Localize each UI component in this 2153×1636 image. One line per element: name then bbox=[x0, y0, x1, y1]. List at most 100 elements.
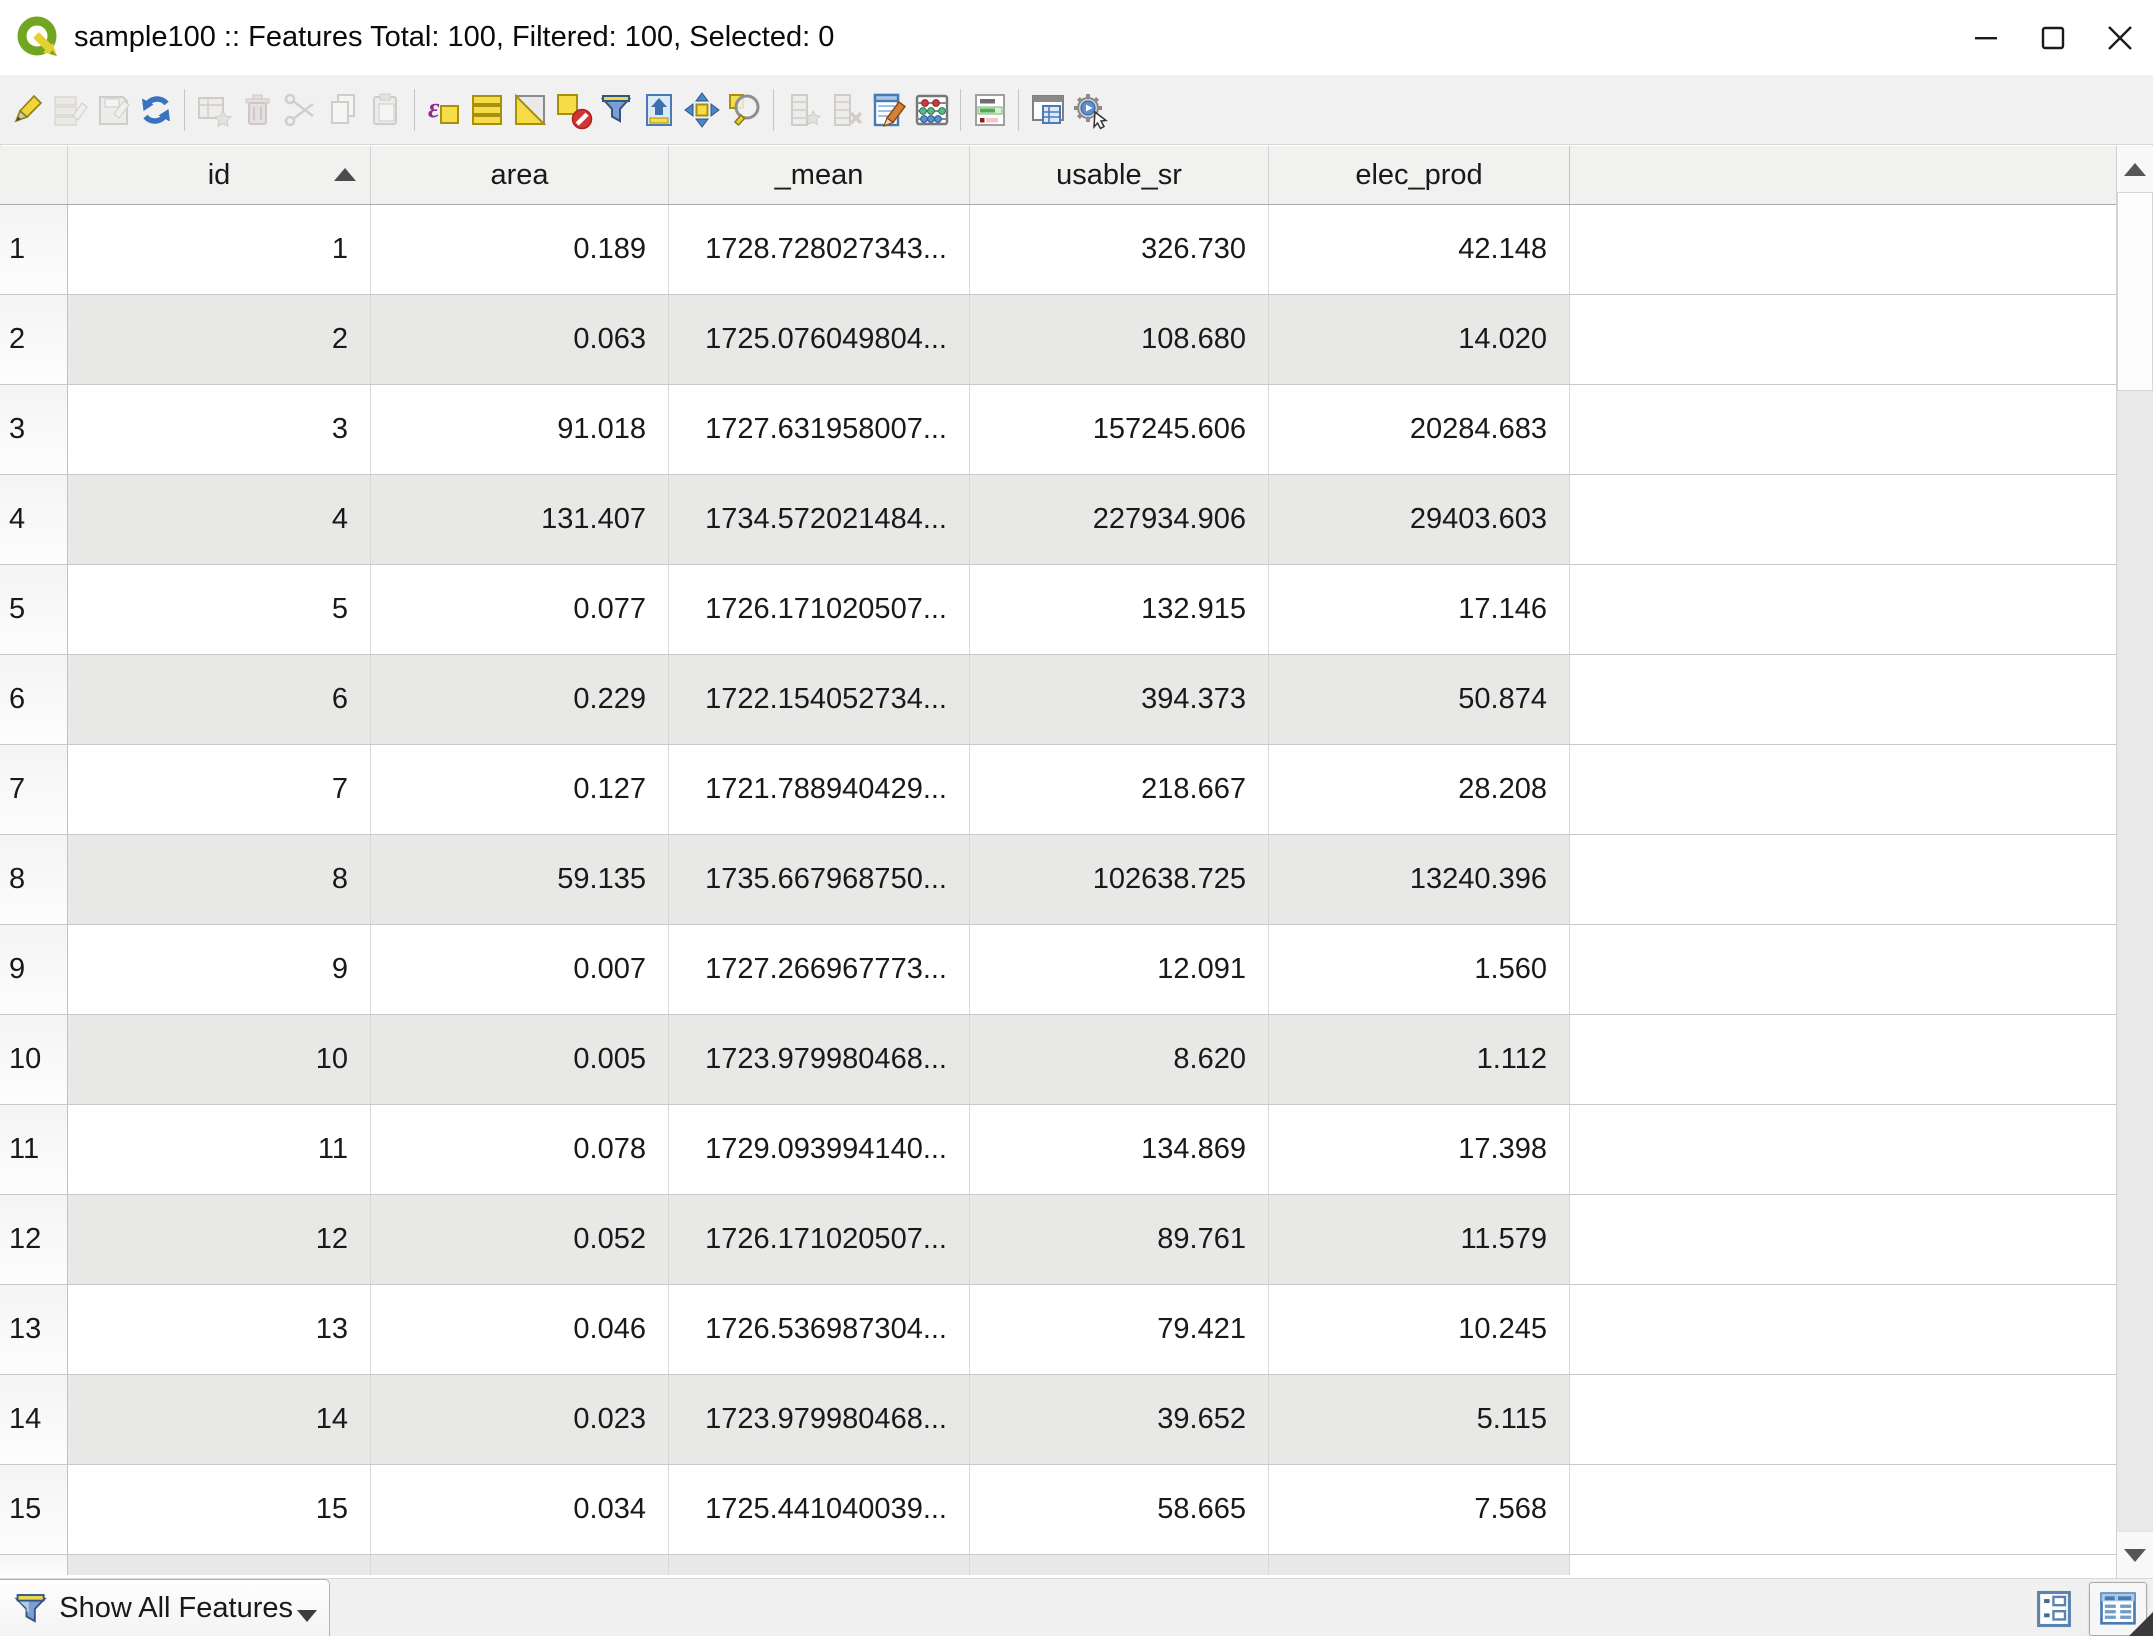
table-row-partial[interactable] bbox=[0, 1555, 2116, 1575]
row-number-header[interactable]: 13 bbox=[0, 1285, 68, 1374]
table-cell-_mean[interactable]: 1728.728027343... bbox=[669, 205, 970, 294]
table-cell-_mean[interactable]: 1726.171020507... bbox=[669, 1195, 970, 1284]
table-cell-usable_sr[interactable]: 218.667 bbox=[970, 745, 1269, 834]
table-cell-usable_sr[interactable]: 132.915 bbox=[970, 565, 1269, 654]
minimize-button[interactable] bbox=[1952, 0, 2019, 75]
table-cell-_mean[interactable]: 1722.154052734... bbox=[669, 655, 970, 744]
table-cell-elec_prod[interactable]: 11.579 bbox=[1269, 1195, 1570, 1284]
table-cell-usable_sr[interactable]: 8.620 bbox=[970, 1015, 1269, 1104]
field-calculator-button[interactable] bbox=[910, 80, 953, 140]
table-cell-id[interactable]: 6 bbox=[68, 655, 371, 744]
table-cell-id[interactable]: 2 bbox=[68, 295, 371, 384]
table-cell-elec_prod[interactable]: 20284.683 bbox=[1269, 385, 1570, 474]
table-cell-_mean[interactable]: 1723.979980468... bbox=[669, 1375, 970, 1464]
select-by-expression-button[interactable]: ε bbox=[422, 80, 465, 140]
table-cell-id[interactable]: 9 bbox=[68, 925, 371, 1014]
table-cell-id[interactable]: 13 bbox=[68, 1285, 371, 1374]
scrollbar-thumb[interactable] bbox=[2117, 192, 2153, 391]
table-cell-elec_prod[interactable]: 28.208 bbox=[1269, 745, 1570, 834]
row-number-header[interactable]: 15 bbox=[0, 1465, 68, 1554]
table-cell-area[interactable]: 0.229 bbox=[371, 655, 669, 744]
move-selection-to-top-button[interactable] bbox=[637, 80, 680, 140]
table-cell-_mean[interactable]: 1727.266967773... bbox=[669, 925, 970, 1014]
table-cell-usable_sr[interactable]: 134.869 bbox=[970, 1105, 1269, 1194]
table-cell-usable_sr[interactable]: 326.730 bbox=[970, 205, 1269, 294]
row-number-header[interactable]: 9 bbox=[0, 925, 68, 1014]
table-cell-area[interactable]: 0.023 bbox=[371, 1375, 669, 1464]
scrollbar-up-button[interactable] bbox=[2117, 146, 2153, 193]
table-cell-usable_sr[interactable]: 89.761 bbox=[970, 1195, 1269, 1284]
row-number-header[interactable]: 6 bbox=[0, 655, 68, 744]
row-number-header[interactable]: 4 bbox=[0, 475, 68, 564]
form-view-button[interactable] bbox=[2025, 1582, 2083, 1636]
table-cell-id[interactable]: 7 bbox=[68, 745, 371, 834]
table-cell-area[interactable]: 0.077 bbox=[371, 565, 669, 654]
resize-grip[interactable] bbox=[2129, 1612, 2153, 1636]
table-cell-elec_prod[interactable]: 10.245 bbox=[1269, 1285, 1570, 1374]
dock-attribute-table-button[interactable] bbox=[1026, 80, 1069, 140]
table-cell-area[interactable]: 59.135 bbox=[371, 835, 669, 924]
table-cell-_mean[interactable]: 1726.171020507... bbox=[669, 565, 970, 654]
table-cell-id[interactable]: 5 bbox=[68, 565, 371, 654]
table-cell-elec_prod[interactable]: 7.568 bbox=[1269, 1465, 1570, 1554]
row-number-header[interactable]: 8 bbox=[0, 835, 68, 924]
table-cell-id[interactable]: 11 bbox=[68, 1105, 371, 1194]
filter-by-form-button[interactable] bbox=[594, 80, 637, 140]
show-all-features-button[interactable]: Show All Features bbox=[0, 1579, 330, 1636]
maximize-button[interactable] bbox=[2019, 0, 2086, 75]
table-cell-_mean[interactable]: 1734.572021484... bbox=[669, 475, 970, 564]
table-cell-elec_prod[interactable]: 50.874 bbox=[1269, 655, 1570, 744]
close-button[interactable] bbox=[2086, 0, 2153, 75]
table-cell-id[interactable]: 1 bbox=[68, 205, 371, 294]
deselect-all-button[interactable] bbox=[551, 80, 594, 140]
table-corner-cell[interactable] bbox=[0, 146, 68, 204]
table-cell-_mean[interactable]: 1727.631958007... bbox=[669, 385, 970, 474]
column-header-usable-sr[interactable]: usable_sr bbox=[970, 146, 1269, 204]
scrollbar-down-button[interactable] bbox=[2117, 1531, 2153, 1578]
table-cell-usable_sr[interactable]: 12.091 bbox=[970, 925, 1269, 1014]
table-cell-usable_sr[interactable]: 108.680 bbox=[970, 295, 1269, 384]
row-number-header[interactable]: 12 bbox=[0, 1195, 68, 1284]
column-header-area[interactable]: area bbox=[371, 146, 669, 204]
row-number-header[interactable]: 3 bbox=[0, 385, 68, 474]
table-cell-usable_sr[interactable]: 79.421 bbox=[970, 1285, 1269, 1374]
row-number-header[interactable]: 10 bbox=[0, 1015, 68, 1104]
table-cell-_mean[interactable]: 1725.076049804... bbox=[669, 295, 970, 384]
table-cell-area[interactable]: 0.007 bbox=[371, 925, 669, 1014]
table-cell-id[interactable]: 10 bbox=[68, 1015, 371, 1104]
table-cell-_mean[interactable]: 1723.979980468... bbox=[669, 1015, 970, 1104]
row-number-header[interactable]: 5 bbox=[0, 565, 68, 654]
table-cell-usable_sr[interactable]: 102638.725 bbox=[970, 835, 1269, 924]
table-cell-_mean[interactable]: 1726.536987304... bbox=[669, 1285, 970, 1374]
table-cell-elec_prod[interactable]: 29403.603 bbox=[1269, 475, 1570, 564]
table-cell-id[interactable]: 4 bbox=[68, 475, 371, 564]
table-cell-usable_sr[interactable]: 39.652 bbox=[970, 1375, 1269, 1464]
row-number-header[interactable]: 1 bbox=[0, 205, 68, 294]
table-cell-id[interactable]: 8 bbox=[68, 835, 371, 924]
edit-fields-button[interactable] bbox=[867, 80, 910, 140]
select-all-button[interactable] bbox=[465, 80, 508, 140]
row-number-header[interactable]: 2 bbox=[0, 295, 68, 384]
table-cell-area[interactable]: 0.034 bbox=[371, 1465, 669, 1554]
table-cell-elec_prod[interactable]: 42.148 bbox=[1269, 205, 1570, 294]
table-cell-usable_sr[interactable]: 394.373 bbox=[970, 655, 1269, 744]
table-cell-area[interactable]: 0.127 bbox=[371, 745, 669, 834]
column-header-elec-prod[interactable]: elec_prod bbox=[1269, 146, 1570, 204]
table-cell-id[interactable]: 14 bbox=[68, 1375, 371, 1464]
table-cell-elec_prod[interactable]: 1.112 bbox=[1269, 1015, 1570, 1104]
invert-selection-button[interactable] bbox=[508, 80, 551, 140]
table-cell-area[interactable]: 91.018 bbox=[371, 385, 669, 474]
table-cell-elec_prod[interactable]: 14.020 bbox=[1269, 295, 1570, 384]
table-cell-area[interactable]: 0.052 bbox=[371, 1195, 669, 1284]
reload-table-button[interactable] bbox=[134, 80, 177, 140]
table-cell-elec_prod[interactable]: 17.146 bbox=[1269, 565, 1570, 654]
toggle-editing-button[interactable] bbox=[5, 80, 48, 140]
table-cell-area[interactable]: 0.046 bbox=[371, 1285, 669, 1374]
table-cell-area[interactable]: 0.005 bbox=[371, 1015, 669, 1104]
column-header-mean[interactable]: _mean bbox=[669, 146, 970, 204]
table-cell-_mean[interactable]: 1721.788940429... bbox=[669, 745, 970, 834]
table-cell-area[interactable]: 131.407 bbox=[371, 475, 669, 564]
table-cell-area[interactable]: 0.063 bbox=[371, 295, 669, 384]
feature-actions-button[interactable] bbox=[1069, 80, 1112, 140]
row-number-header[interactable]: 7 bbox=[0, 745, 68, 834]
